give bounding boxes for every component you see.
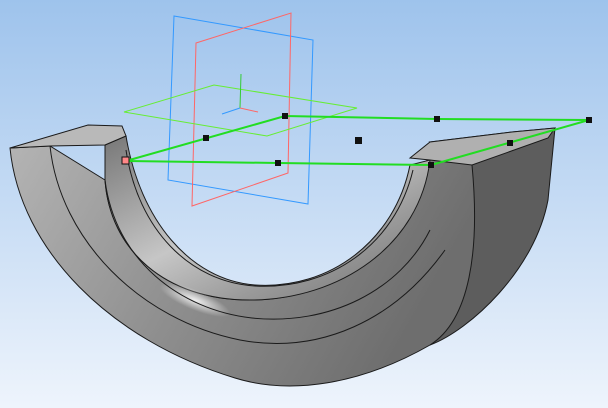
sketch-center-point[interactable] — [355, 137, 362, 144]
control-point[interactable] — [434, 116, 440, 122]
control-point[interactable] — [586, 117, 592, 123]
control-point[interactable] — [275, 160, 281, 166]
control-point[interactable] — [203, 135, 209, 141]
control-point[interactable] — [121, 156, 130, 165]
3d-viewport[interactable] — [0, 0, 608, 408]
control-point[interactable] — [282, 113, 288, 119]
control-point[interactable] — [507, 140, 513, 146]
model-scene[interactable] — [0, 0, 608, 408]
control-point[interactable] — [428, 162, 434, 168]
